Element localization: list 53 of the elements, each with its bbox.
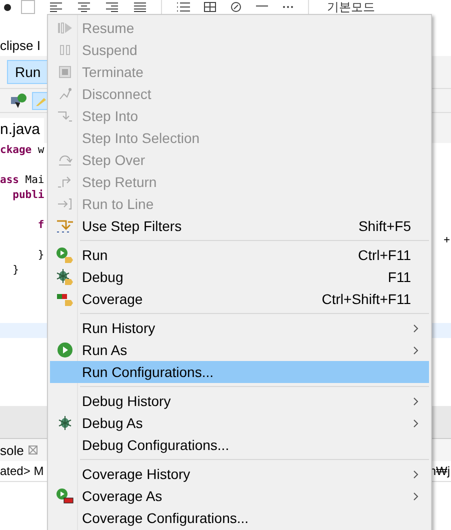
link-icon[interactable]	[230, 2, 242, 12]
debug-run-icon[interactable]	[10, 92, 28, 110]
step-over-icon	[57, 153, 73, 167]
code-text: publi	[12, 189, 44, 201]
filter-arrow-icon	[56, 218, 74, 234]
code-text: f	[36, 219, 44, 231]
align-left-icon[interactable]	[49, 2, 63, 12]
menu-item[interactable]: Coverage Configurations...	[50, 507, 429, 529]
code-text: ass	[0, 174, 19, 186]
pause-icon	[59, 44, 71, 56]
menu-item[interactable]: Use Step Filters Shift+F5	[50, 215, 429, 237]
editor-tab[interactable]: n.java	[0, 118, 44, 143]
code-text: w	[36, 144, 44, 156]
console-tab[interactable]: sole	[0, 442, 24, 458]
menu-item[interactable]: Run As	[50, 339, 429, 361]
menu-item[interactable]: Coverage As	[50, 485, 429, 507]
align-center-icon[interactable]	[77, 2, 91, 12]
window-title: clipse I	[0, 38, 40, 53]
bug-icon	[56, 269, 74, 285]
justify-icon[interactable]	[133, 2, 147, 12]
menu-bar-item[interactable]: Run	[7, 60, 49, 84]
run-icon	[56, 247, 74, 263]
code-text: ckage	[0, 144, 32, 156]
menu-item[interactable]: Debug As	[50, 412, 429, 434]
close-icon[interactable]	[28, 445, 38, 455]
coverage-icon	[56, 291, 74, 307]
table-icon[interactable]	[204, 2, 216, 12]
stop-icon	[59, 66, 71, 78]
step-return-icon	[57, 175, 73, 189]
bullet-icon[interactable]	[4, 4, 11, 10]
list-icon[interactable]	[176, 2, 190, 12]
run-to-line-icon	[57, 198, 73, 210]
bug-icon	[57, 415, 73, 431]
resume-icon	[57, 22, 73, 34]
step-into-icon	[57, 110, 73, 122]
menu-item[interactable]: Coverage Ctrl+Shift+F11	[50, 288, 429, 310]
menu-item[interactable]: Run History	[50, 317, 429, 339]
code-text: }	[12, 264, 19, 276]
console-text: ated> M	[0, 463, 44, 480]
menu-item[interactable]: Coverage History	[50, 463, 429, 485]
code-text: +	[444, 233, 451, 248]
menu-item[interactable]: Run Ctrl+F11	[50, 244, 429, 266]
menu-item[interactable]: Debug F11	[50, 266, 429, 288]
play-icon	[57, 342, 73, 358]
align-right-icon[interactable]	[105, 2, 119, 12]
code-text: Mai	[24, 174, 44, 186]
menu-item[interactable]: Run Configurations...	[50, 361, 429, 383]
disconnect-icon	[58, 87, 72, 101]
menu-item[interactable]: Debug History	[50, 390, 429, 412]
mode-dropdown[interactable]: 기본모드	[327, 0, 375, 14]
code-text: }	[36, 249, 44, 261]
coverage-icon	[56, 488, 74, 504]
menu-item[interactable]: Debug Configurations...	[50, 434, 429, 456]
